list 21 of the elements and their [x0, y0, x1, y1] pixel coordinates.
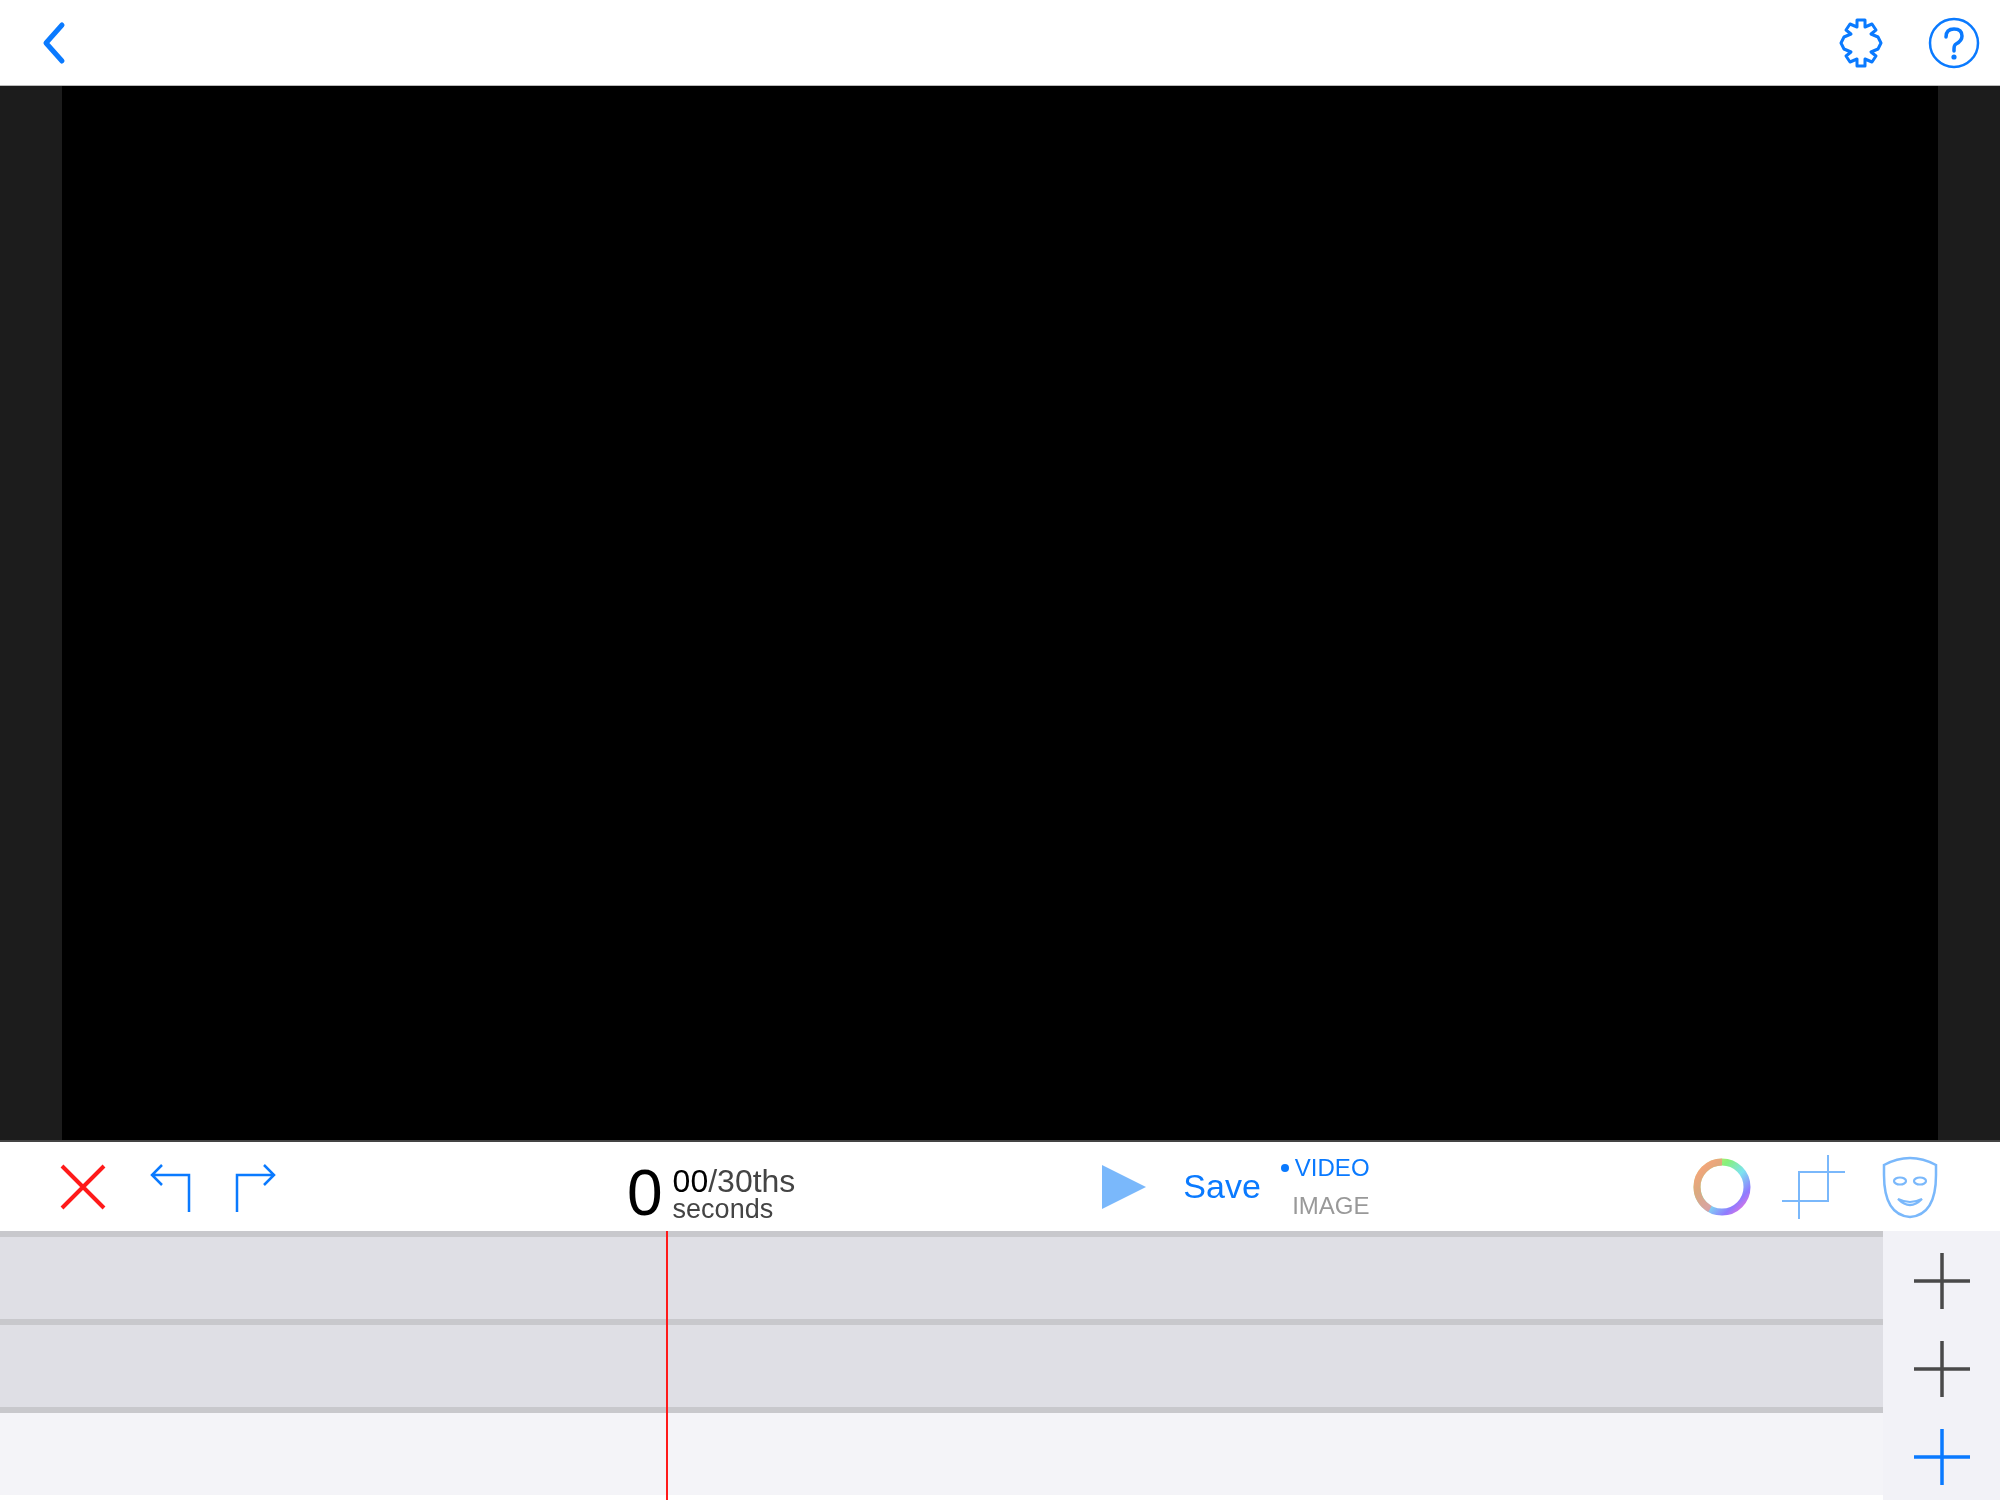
crop-icon[interactable]: [1782, 1154, 1846, 1219]
seconds-label: seconds: [672, 1196, 775, 1223]
mask-icon[interactable]: [1882, 1154, 1938, 1219]
timecode-seconds: 0: [627, 1164, 663, 1223]
timeline-track[interactable]: [0, 1413, 1883, 1495]
redo-icon[interactable]: [233, 1161, 277, 1214]
mode-option[interactable]: IMAGE: [1292, 1191, 1370, 1220]
timeline-track[interactable]: [0, 1237, 1883, 1319]
add-icon[interactable]: [1913, 1429, 1970, 1485]
fraction-unit: /30ths: [708, 1164, 796, 1197]
timecode-fraction: 00: [672, 1164, 709, 1197]
mode-option[interactable]: VIDEO: [1280, 1153, 1370, 1182]
color-wheel-icon[interactable]: [1692, 1156, 1752, 1217]
add-icon[interactable]: [1913, 1253, 1970, 1309]
play-icon[interactable]: [1101, 1163, 1148, 1210]
save-button[interactable]: Save: [1183, 1167, 1261, 1206]
undo-icon[interactable]: [149, 1161, 193, 1214]
timeline-track[interactable]: [0, 1325, 1883, 1407]
help-icon[interactable]: [1928, 16, 1980, 69]
close-icon[interactable]: [60, 1163, 106, 1210]
add-icon[interactable]: [1913, 1341, 1970, 1397]
